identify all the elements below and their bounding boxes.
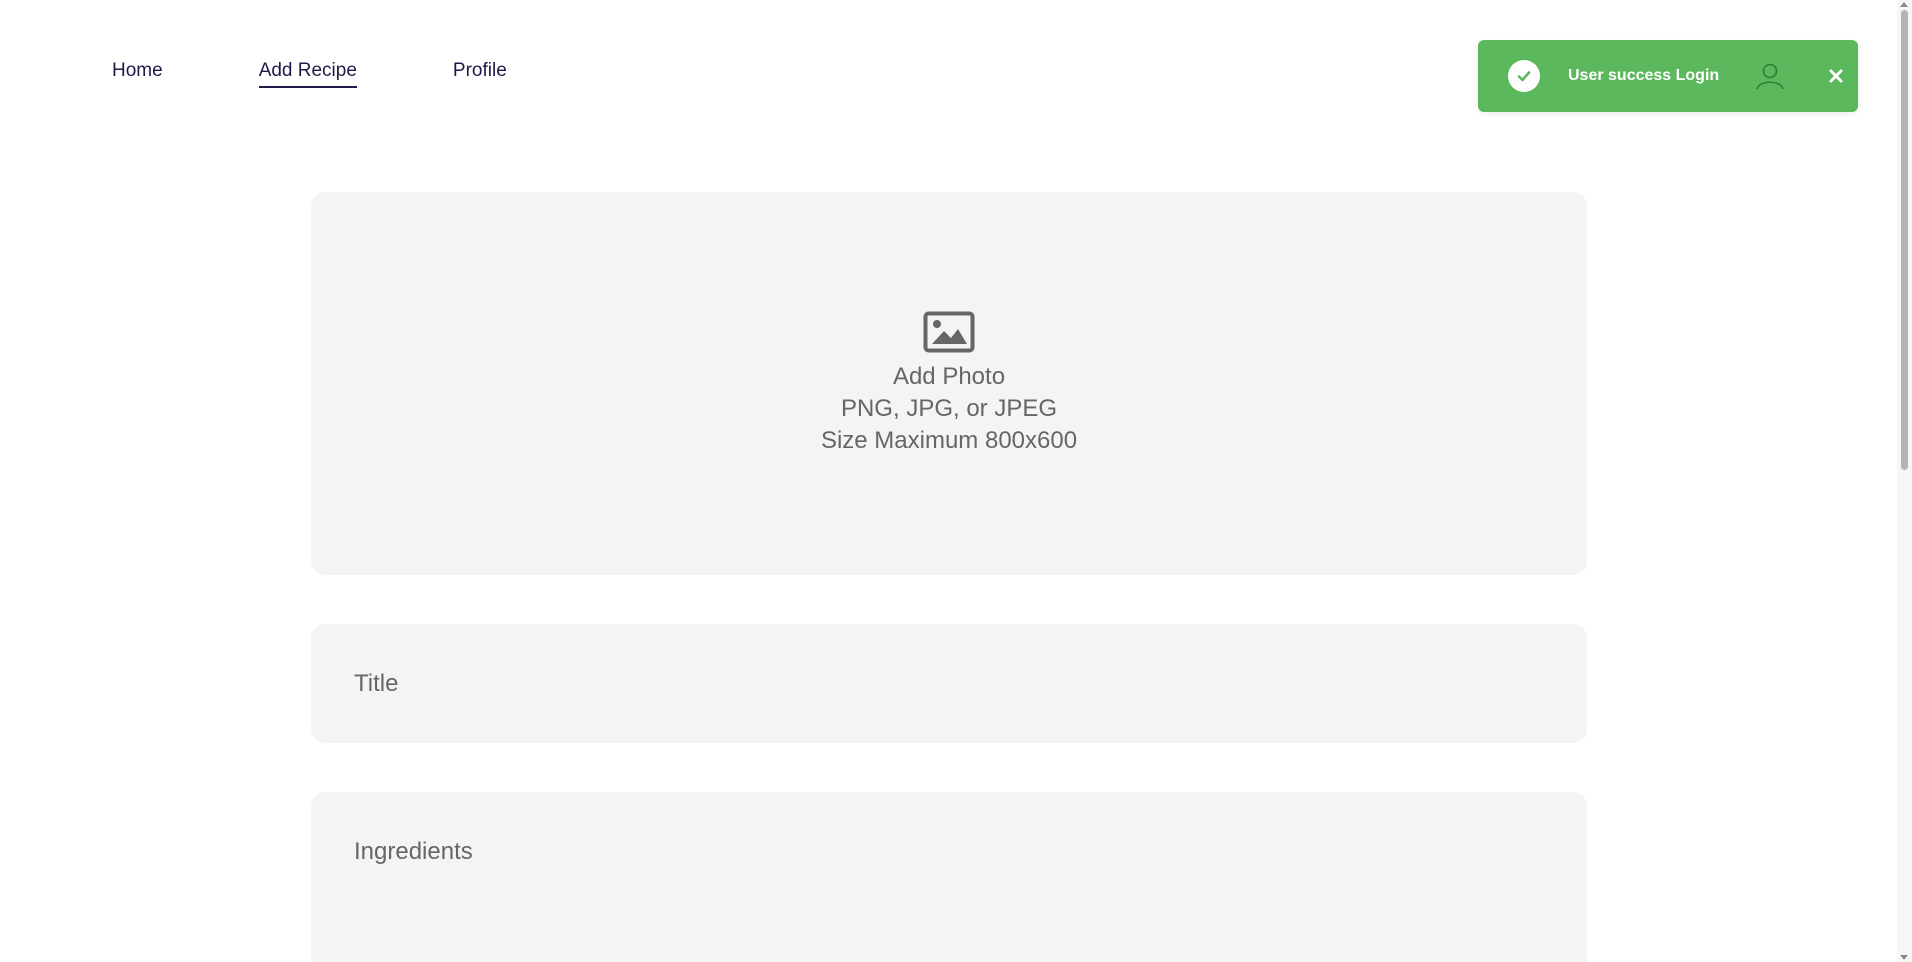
- scrollbar-thumb[interactable]: [1901, 10, 1908, 470]
- user-icon: [1753, 59, 1787, 93]
- ingredients-textarea[interactable]: [311, 792, 1587, 962]
- scroll-up-arrow-icon[interactable]: [1900, 2, 1908, 7]
- nav-profile-link[interactable]: Profile: [453, 60, 507, 88]
- add-photo-dropzone[interactable]: Add Photo PNG, JPG, or JPEG Size Maximum…: [311, 192, 1587, 575]
- photo-formats-label: PNG, JPG, or JPEG: [840, 394, 1058, 422]
- check-circle-icon: [1508, 60, 1540, 92]
- success-toast: User success Login: [1478, 40, 1858, 112]
- nav-add-recipe-link[interactable]: Add Recipe: [258, 60, 357, 88]
- nav-home-link[interactable]: Home: [112, 60, 163, 88]
- photo-size-label: Size Maximum 800x600: [820, 426, 1078, 454]
- page: Home Add Recipe Profile User success Log…: [0, 0, 1912, 962]
- add-photo-label: Add Photo: [892, 362, 1006, 390]
- title-input[interactable]: [311, 624, 1587, 743]
- title-field-container: [311, 624, 1587, 743]
- image-icon: [923, 311, 975, 353]
- scroll-down-arrow-icon[interactable]: [1900, 955, 1908, 960]
- close-icon[interactable]: [1825, 65, 1847, 87]
- main-nav: Home Add Recipe Profile: [112, 60, 603, 88]
- toast-message: User success Login: [1568, 67, 1720, 84]
- ingredients-field-container: [311, 792, 1587, 962]
- page-scrollbar[interactable]: [1897, 0, 1912, 962]
